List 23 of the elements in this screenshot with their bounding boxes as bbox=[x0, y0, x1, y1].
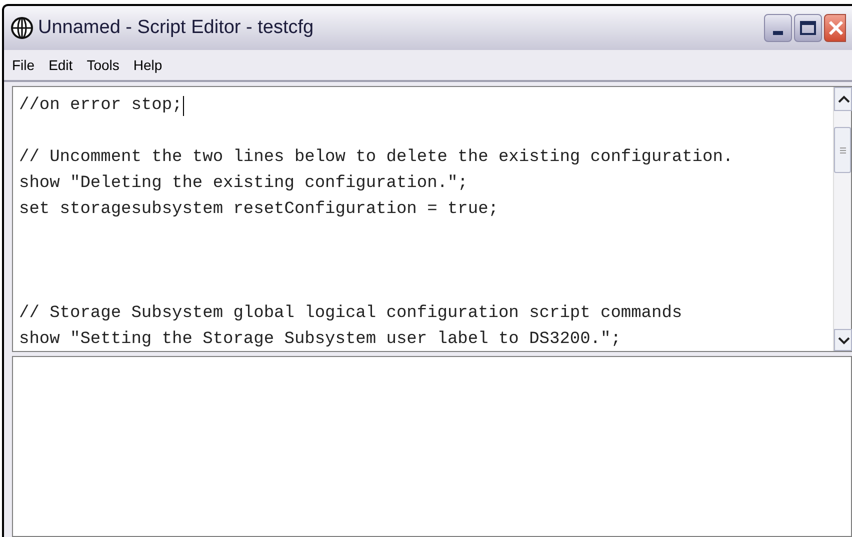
vertical-scrollbar[interactable] bbox=[833, 87, 851, 351]
code-line: // Storage Subsystem global logical configuration script commands bbox=[19, 303, 682, 325]
menu-item[interactable]: File bbox=[12, 54, 35, 76]
maximize-icon bbox=[800, 21, 816, 35]
code-line: show "Setting the Storage Subsystem user label to DS3200."; bbox=[19, 329, 621, 351]
code-line: set storagesubsystem resetConfiguration = true; bbox=[19, 199, 498, 221]
code-line: // Uncomment the two lines below to delete the existing configuration. bbox=[19, 147, 734, 169]
scrollbar-thumb[interactable] bbox=[834, 127, 851, 173]
maximize-button[interactable] bbox=[794, 14, 822, 42]
globe-icon bbox=[10, 16, 34, 40]
grip-icon bbox=[840, 146, 846, 154]
scroll-up-icon[interactable] bbox=[834, 87, 852, 111]
menu-item[interactable]: Tools bbox=[86, 54, 120, 76]
code-line: show "Deleting the existing configuration."; bbox=[19, 173, 468, 195]
window-title: Unnamed - Script Editor - testcfg bbox=[38, 16, 314, 40]
minimize-button[interactable] bbox=[764, 14, 792, 42]
close-icon bbox=[828, 20, 844, 36]
scroll-down-icon[interactable] bbox=[834, 329, 852, 351]
menu-item[interactable]: Help bbox=[133, 54, 162, 76]
menu-item[interactable]: Edit bbox=[48, 54, 73, 76]
code-line: //on error stop; bbox=[19, 95, 182, 117]
minimize-icon bbox=[773, 31, 783, 35]
close-button[interactable] bbox=[824, 14, 846, 42]
